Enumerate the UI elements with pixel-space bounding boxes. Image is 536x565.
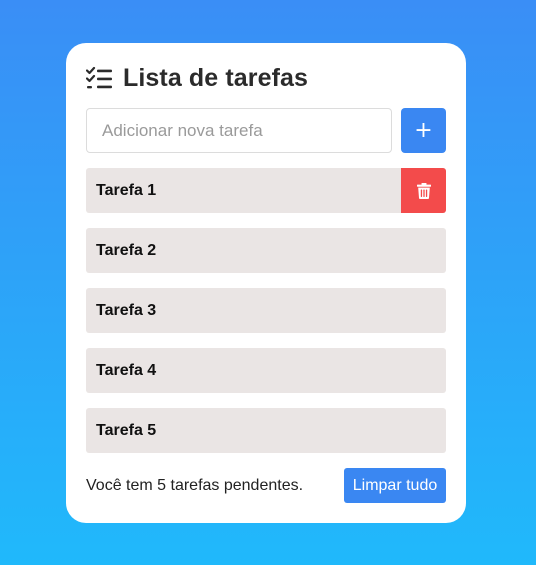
task-label: Tarefa 2	[96, 241, 157, 259]
task-label: Tarefa 4	[96, 361, 157, 379]
add-task-row: +	[86, 108, 446, 153]
todo-card: Lista de tarefas + Tarefa 1 Tarefa 2	[66, 43, 466, 523]
task-item[interactable]: Tarefa 2	[86, 228, 446, 273]
task-item[interactable]: Tarefa 1	[86, 168, 446, 213]
clear-all-button[interactable]: Limpar tudo	[344, 468, 446, 503]
pending-count-text: Você tem 5 tarefas pendentes.	[86, 476, 304, 494]
task-item[interactable]: Tarefa 4	[86, 348, 446, 393]
delete-task-button[interactable]	[401, 168, 446, 213]
header: Lista de tarefas	[85, 62, 446, 94]
add-task-button[interactable]: +	[401, 108, 446, 153]
trash-icon	[416, 182, 431, 199]
task-item[interactable]: Tarefa 5	[86, 408, 446, 453]
task-list: Tarefa 1 Tarefa 2 Tarefa 3 Tarefa 4 Tare…	[86, 168, 446, 453]
task-label: Tarefa 5	[96, 421, 157, 439]
page-title: Lista de tarefas	[123, 63, 309, 92]
task-label: Tarefa 3	[96, 301, 157, 319]
new-task-input[interactable]	[86, 108, 392, 153]
task-label: Tarefa 1	[96, 181, 157, 199]
task-item[interactable]: Tarefa 3	[86, 288, 446, 333]
checklist-icon	[85, 66, 114, 90]
footer: Você tem 5 tarefas pendentes. Limpar tud…	[86, 468, 446, 503]
